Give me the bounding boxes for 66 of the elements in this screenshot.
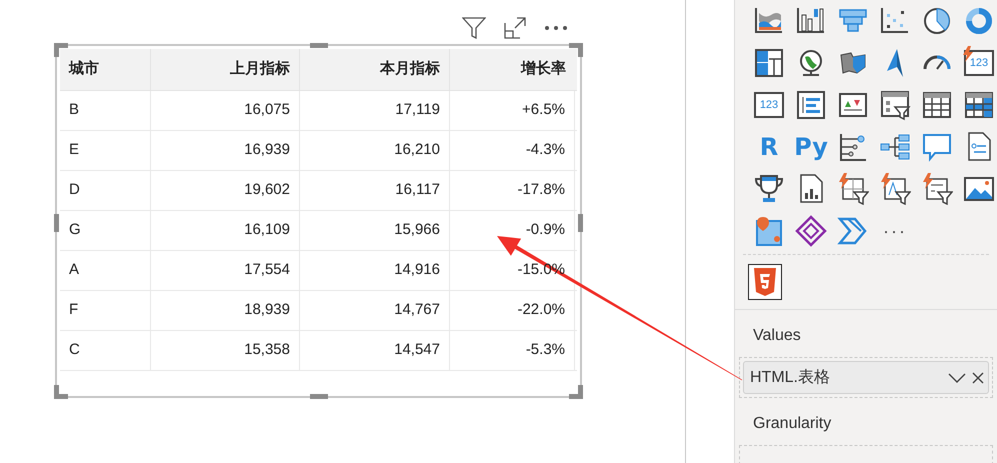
resize-handle[interactable] xyxy=(54,385,68,399)
cell-text: 14,547 xyxy=(394,340,440,360)
resize-handle[interactable] xyxy=(310,394,328,399)
cell-text: 17,554 xyxy=(244,260,290,280)
field-name: HTML.表格 xyxy=(750,368,831,388)
automate-visual-icon[interactable] xyxy=(837,215,869,247)
slicer-visual-icon[interactable] xyxy=(879,89,911,121)
cell-text: A xyxy=(69,260,80,280)
cell-text: B xyxy=(69,100,80,120)
column-header[interactable]: 本月指标 xyxy=(380,58,440,81)
focus-mode-icon[interactable] xyxy=(504,17,526,39)
card-visual-icon[interactable]: 123 xyxy=(754,92,784,118)
cell-text: D xyxy=(69,180,80,200)
arcgis-visual-icon[interactable] xyxy=(753,215,785,247)
column-header[interactable]: 上月指标 xyxy=(230,58,290,81)
smart-slicer-visual-icon[interactable] xyxy=(837,173,869,205)
filter-icon[interactable] xyxy=(462,17,486,39)
cell-text: -0.9% xyxy=(526,220,565,240)
cell-text: 17,119 xyxy=(395,100,440,120)
more-options-icon[interactable] xyxy=(544,25,568,31)
resize-handle[interactable] xyxy=(569,43,583,57)
influencers-visual-icon[interactable] xyxy=(837,131,869,163)
resize-handle[interactable] xyxy=(310,43,328,48)
cell-text: -4.3% xyxy=(526,140,565,160)
resize-handle[interactable] xyxy=(578,214,583,232)
column-header[interactable]: 增长率 xyxy=(521,58,566,81)
cell-text: 14,767 xyxy=(394,300,440,320)
cell-text: 16,939 xyxy=(244,140,290,160)
cell-text: 15,966 xyxy=(394,220,440,240)
cell-text: 16,117 xyxy=(395,180,440,200)
cell-text: C xyxy=(69,340,80,360)
powerapps-visual-icon[interactable] xyxy=(795,215,827,247)
cell-text: 19,602 xyxy=(244,180,290,200)
cell-text: +6.5% xyxy=(522,100,565,120)
column-header[interactable]: 城市 xyxy=(69,58,99,81)
cell-text: 16,075 xyxy=(244,100,290,120)
cell-text: 16,109 xyxy=(244,220,290,240)
cell-text: 16,210 xyxy=(394,140,440,160)
qa-visual-icon[interactable] xyxy=(921,131,953,163)
multirow-card-visual-icon[interactable] xyxy=(795,89,827,121)
resize-handle[interactable] xyxy=(54,214,59,232)
resize-handle[interactable] xyxy=(54,43,68,57)
more-visuals-icon[interactable]: ··· xyxy=(883,222,907,240)
cell-text: 14,916 xyxy=(394,260,440,280)
matrix-visual-icon[interactable] xyxy=(963,89,995,121)
well-title: Granularity xyxy=(752,414,832,434)
cell-text: -17.8% xyxy=(517,180,565,200)
cell-text: -22.0% xyxy=(517,300,565,320)
pie-visual-icon[interactable] xyxy=(921,5,953,37)
cell-text: E xyxy=(69,140,80,160)
table-visual-icon[interactable] xyxy=(921,89,953,121)
cell-text: 15,358 xyxy=(244,340,290,360)
smart-text-slicer-visual-icon[interactable] xyxy=(879,173,911,205)
donut-visual-icon[interactable] xyxy=(963,5,995,37)
cell-text: G xyxy=(69,220,81,240)
treemap-visual-icon[interactable] xyxy=(753,47,785,79)
cell-text: -5.3% xyxy=(526,340,565,360)
cell-text: F xyxy=(69,300,78,320)
smart-list-slicer-visual-icon[interactable] xyxy=(921,173,953,205)
well-title: Values xyxy=(752,326,802,346)
chevron-down-icon[interactable] xyxy=(948,372,966,382)
trophy-visual-icon[interactable] xyxy=(753,173,785,205)
cell-text: 18,939 xyxy=(244,300,290,320)
field-well[interactable] xyxy=(739,445,993,463)
close-icon[interactable] xyxy=(972,372,984,384)
resize-handle[interactable] xyxy=(569,385,583,399)
